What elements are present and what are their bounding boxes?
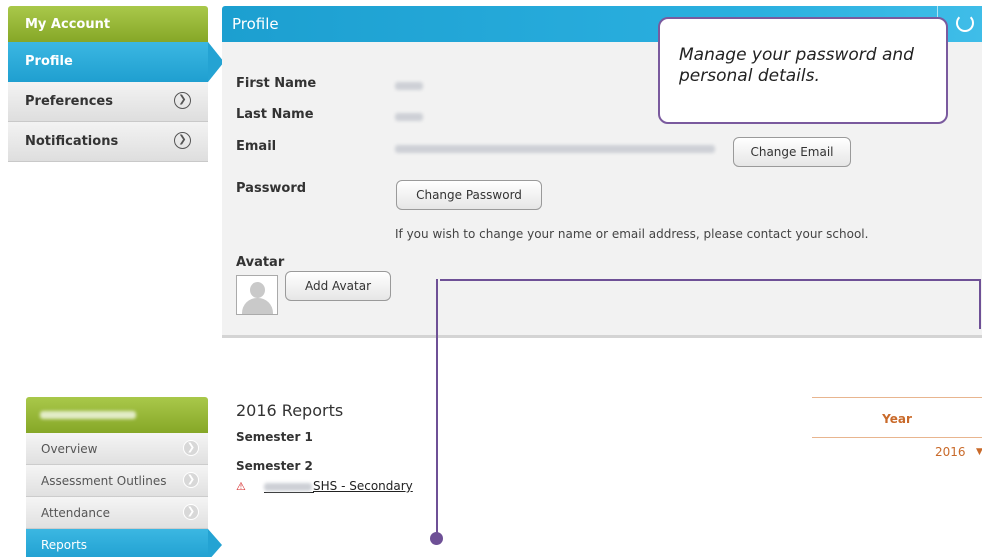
chevron-down-icon[interactable]: ▼ bbox=[976, 447, 982, 457]
student-menu: Overview ❯ Assessment Outlines ❯ Attenda… bbox=[26, 397, 222, 557]
menu-item-notifications[interactable]: Notifications ❯ bbox=[8, 122, 208, 162]
chevron-right-circle-icon: ❯ bbox=[183, 472, 199, 488]
password-label: Password bbox=[236, 181, 307, 196]
callout-connector-right bbox=[979, 279, 981, 329]
menu-item-label: Overview bbox=[41, 442, 98, 456]
callout-dot bbox=[430, 532, 443, 545]
report-link-blurred[interactable] bbox=[264, 480, 314, 493]
callout-box: Manage your password and personal detail… bbox=[658, 17, 948, 124]
contact-school-note: If you wish to change your name or email… bbox=[395, 227, 869, 241]
menu-item-preferences[interactable]: Preferences ❯ bbox=[8, 82, 208, 122]
menu-item-label: Notifications bbox=[25, 134, 119, 149]
menu-item-label: Profile bbox=[25, 54, 73, 69]
avatar-placeholder-icon bbox=[236, 275, 278, 315]
change-email-button[interactable]: Change Email bbox=[733, 137, 851, 167]
chevron-right-circle-icon: ❯ bbox=[183, 440, 199, 456]
change-password-button[interactable]: Change Password bbox=[396, 180, 542, 210]
callout-text: Manage your password and personal detail… bbox=[679, 45, 914, 86]
year-column-header: Year bbox=[812, 397, 982, 438]
avatar-label: Avatar bbox=[236, 255, 285, 270]
add-avatar-button[interactable]: Add Avatar bbox=[285, 271, 391, 301]
chevron-right-circle-icon: ❯ bbox=[183, 504, 199, 520]
year-select-value[interactable]: 2016 bbox=[935, 445, 966, 459]
refresh-icon[interactable] bbox=[956, 14, 974, 32]
menu-item-reports[interactable]: Reports bbox=[26, 529, 222, 557]
page-title: Profile bbox=[232, 15, 279, 33]
chevron-right-circle-icon: ❯ bbox=[174, 132, 191, 149]
first-name-value bbox=[395, 82, 423, 90]
account-menu-title: My Account bbox=[8, 6, 208, 42]
menu-item-profile[interactable]: Profile bbox=[8, 42, 224, 82]
semester-2-heading: Semester 2 bbox=[236, 459, 313, 473]
chevron-right-circle-icon: ❯ bbox=[174, 92, 191, 109]
menu-item-assessment-outlines[interactable]: Assessment Outlines ❯ bbox=[26, 465, 208, 497]
account-menu: My Account Profile Preferences ❯ Notific… bbox=[8, 6, 224, 162]
callout-connector-horizontal bbox=[440, 279, 981, 281]
pdf-icon: ⚠ bbox=[236, 480, 246, 493]
student-name-header bbox=[26, 397, 208, 433]
menu-item-label: Preferences bbox=[25, 94, 113, 109]
last-name-value bbox=[395, 113, 423, 121]
student-name-blurred bbox=[40, 411, 136, 419]
menu-item-attendance[interactable]: Attendance ❯ bbox=[26, 497, 208, 529]
last-name-label: Last Name bbox=[236, 107, 314, 122]
email-value bbox=[395, 145, 715, 153]
menu-item-label: Assessment Outlines bbox=[41, 474, 167, 488]
callout-connector-vertical bbox=[436, 279, 438, 535]
menu-item-label: Reports bbox=[41, 538, 88, 552]
report-link[interactable]: SHS - Secondary bbox=[313, 479, 413, 493]
reports-title: 2016 Reports bbox=[236, 401, 344, 420]
first-name-label: First Name bbox=[236, 76, 317, 91]
menu-item-overview[interactable]: Overview ❯ bbox=[26, 433, 208, 465]
semester-1-heading: Semester 1 bbox=[236, 430, 313, 444]
email-label: Email bbox=[236, 139, 277, 154]
menu-item-label: Attendance bbox=[41, 506, 110, 520]
